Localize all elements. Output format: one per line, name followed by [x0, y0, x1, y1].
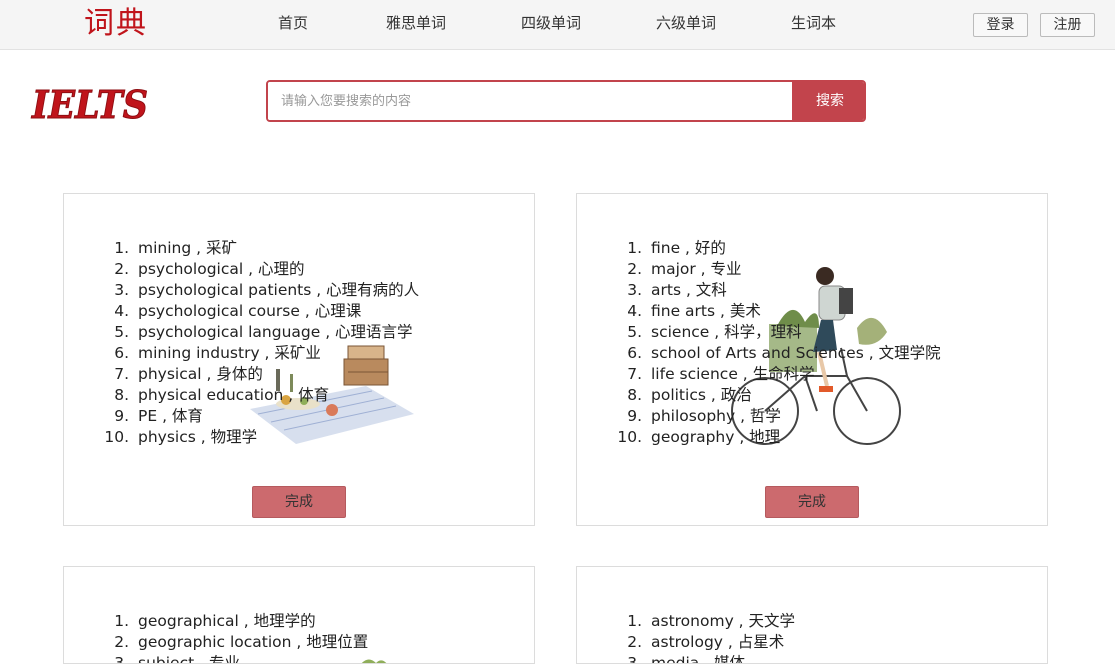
list-item: 6. school of Arts and Sciences , 文理学院 — [627, 344, 941, 362]
nav-item-home[interactable]: 首页 — [278, 13, 308, 33]
search-input[interactable] — [268, 82, 792, 120]
word-list: 1. mining , 采矿 2. psychological , 心理的 3. ps… — [100, 238, 419, 448]
nav-item-vocab-book[interactable]: 生词本 — [791, 13, 836, 33]
top-navbar: 词典 首页 雅思单词 四级单词 六级单词 生词本 登录 注册 — [0, 0, 1115, 50]
register-button[interactable]: 注册 — [1040, 13, 1095, 37]
list-item: 8. physical education , 体育 — [114, 386, 330, 404]
list-item: 3. subject , 专业 — [114, 654, 240, 664]
list-item: 2. astrology , 占星术 — [627, 633, 785, 651]
list-item: 3. arts , 文科 — [627, 281, 727, 299]
site-brand[interactable]: 词典 — [84, 6, 148, 42]
list-item: 5. science , 科学，理科 — [627, 323, 802, 341]
search-button[interactable]: 搜索 — [792, 82, 864, 120]
list-item: 6. mining industry , 采矿业 — [114, 344, 321, 362]
done-button[interactable]: 完成 — [765, 486, 859, 518]
list-item: 8. politics , 政治 — [627, 386, 752, 404]
done-button[interactable]: 完成 — [252, 486, 346, 518]
list-item: 4. psychological course , 心理课 — [114, 302, 362, 320]
list-item: 1. astronomy , 天文学 — [627, 612, 796, 630]
list-item: 7. physical , 身体的 — [114, 365, 263, 383]
login-button[interactable]: 登录 — [973, 13, 1028, 37]
word-card: 1. mining , 采矿 2. psychological , 心理的 3. ps… — [63, 193, 535, 526]
word-list: 1. astronomy , 天文学 2. astrology , 占星术 3. me… — [613, 611, 796, 664]
list-item: 3. psychological patients , 心理有病的人 — [114, 281, 420, 299]
word-list: 1. geographical , 地理学的 2. geographic locat… — [100, 611, 369, 664]
list-item: 1. geographical , 地理学的 — [114, 612, 316, 630]
nav-item-cet6-words[interactable]: 六级单词 — [656, 13, 716, 33]
word-card: 1. fine , 好的 2. major , 专业 3. arts , 文科 4. f… — [576, 193, 1048, 526]
svg-text:IELTS: IELTS — [31, 82, 148, 124]
list-item: 2. major , 专业 — [627, 260, 742, 278]
list-item: 4. fine arts , 美术 — [627, 302, 761, 320]
list-item: 1. mining , 采矿 — [114, 239, 237, 257]
nav-item-cet4-words[interactable]: 四级单词 — [521, 13, 581, 33]
list-item: 7. life science , 生命科学 — [627, 365, 815, 383]
nav-item-ielts-words[interactable]: 雅思单词 — [386, 13, 446, 33]
search-bar: 搜索 — [266, 80, 866, 122]
word-card: 1. astronomy , 天文学 2. astrology , 占星术 3. me… — [576, 566, 1048, 664]
word-card: 1. geographical , 地理学的 2. geographic locat… — [63, 566, 535, 664]
list-item: 10. geography , 地理 — [617, 428, 781, 446]
list-item: 10. physics , 物理学 — [104, 428, 258, 446]
list-item: 9. philosophy , 哲学 — [627, 407, 781, 425]
list-item: 3. media , 媒体 — [627, 654, 746, 664]
list-item: 9. PE , 体育 — [114, 407, 203, 425]
list-item: 2. psychological , 心理的 — [114, 260, 305, 278]
list-item: 2. geographic location , 地理位置 — [114, 633, 369, 651]
list-item: 5. psychological language , 心理语言学 — [114, 323, 413, 341]
ielts-logo: IELTS — [31, 82, 149, 124]
word-list: 1. fine , 好的 2. major , 专业 3. arts , 文科 4. f… — [613, 238, 941, 448]
list-item: 1. fine , 好的 — [627, 239, 726, 257]
